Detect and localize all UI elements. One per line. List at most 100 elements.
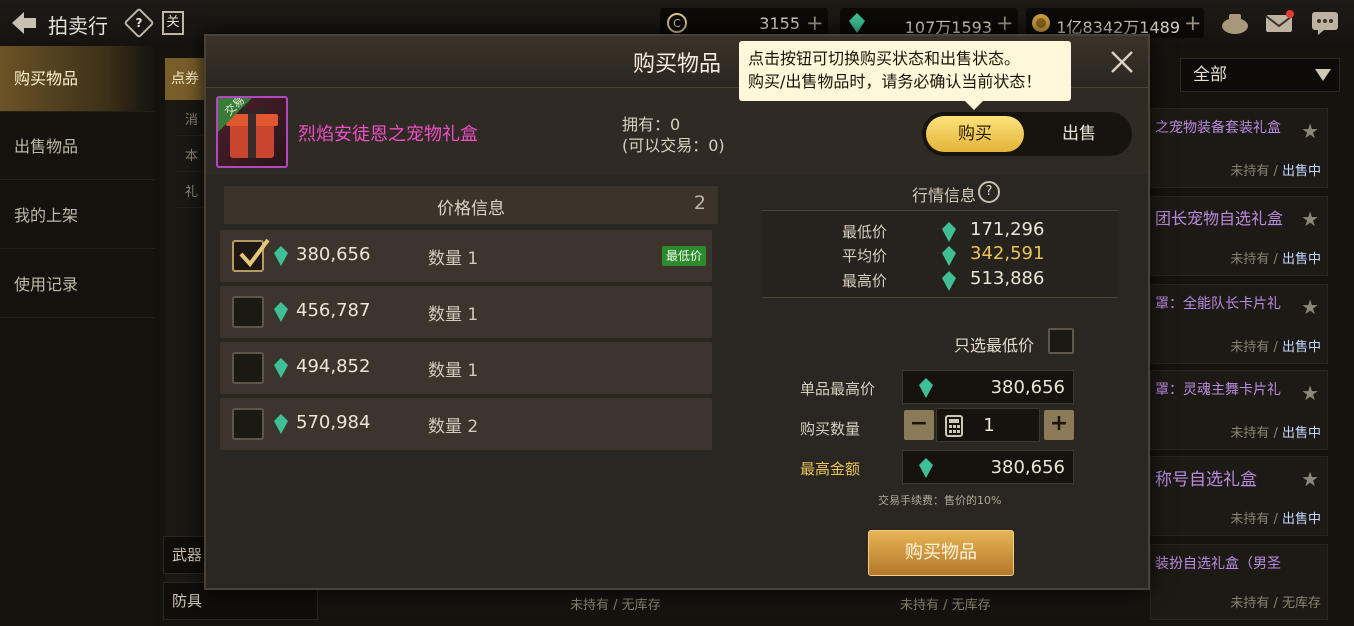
max-price-value: 513,886 — [970, 268, 1045, 289]
quantity-label: 数量 2 — [428, 417, 479, 437]
market-card[interactable]: 团长宠物自选礼盒 ★ 未持有 / 出售中 — [1150, 196, 1328, 276]
price-row[interactable]: 380,656 数量 1 最低价 — [220, 230, 712, 282]
check-icon — [239, 238, 270, 268]
filter-select[interactable]: 全部 — [1180, 58, 1340, 92]
mail-icon[interactable] — [1264, 10, 1294, 36]
fee-note: 交易手续费：售价的10% — [878, 494, 1002, 507]
nav-buy-items[interactable]: 购买物品 — [0, 46, 155, 112]
market-card-status: 未持有 / 出售中 — [1230, 340, 1321, 355]
toggle-buy[interactable]: 购买 — [926, 116, 1024, 152]
gem-icon — [942, 246, 956, 266]
market-card-status: 未持有 / 出售中 — [1230, 252, 1321, 267]
price-value: 456,787 — [296, 300, 371, 321]
star-icon[interactable]: ★ — [1301, 207, 1319, 231]
price-row[interactable]: 456,787 数量 1 — [220, 286, 712, 338]
market-card-title: 称号自选礼盒 — [1155, 470, 1257, 490]
market-card-status: 未持有 / 出售中 — [1230, 164, 1321, 179]
market-card-status: 未持有 / 无库存 — [900, 598, 991, 613]
gold-coin-icon — [1032, 14, 1050, 32]
avg-price-label: 平均价 — [842, 247, 888, 265]
gem-icon — [274, 302, 288, 322]
gem-icon — [942, 222, 956, 242]
price-count: 2 — [693, 192, 706, 214]
market-info-box: 最低价 171,296 平均价 342,591 最高价 513,886 — [762, 210, 1118, 298]
left-nav: 购买物品 出售物品 我的上架 使用记录 — [0, 46, 155, 626]
chat-icon[interactable] — [1310, 10, 1340, 36]
price-value: 570,984 — [296, 412, 371, 433]
star-icon[interactable]: ★ — [1301, 467, 1319, 491]
quantity-label: 数量 1 — [428, 361, 479, 381]
quantity-label: 数量 1 — [428, 305, 479, 325]
gem-icon — [849, 13, 865, 33]
market-card-title: 装扮自选礼盒（男圣 — [1155, 556, 1281, 572]
min-price-value: 171,296 — [970, 219, 1045, 240]
row-checkbox[interactable] — [232, 238, 270, 272]
avg-price-value: 342,591 — [970, 243, 1045, 264]
buy-items-button[interactable]: 购买物品 — [868, 530, 1014, 576]
market-card[interactable]: 罩：灵魂主舞卡片礼 ★ 未持有 / 出售中 — [1150, 370, 1328, 450]
category-tab-coupon[interactable]: 点券 — [165, 58, 207, 100]
market-card-status: 未持有 / 出售中 — [1230, 426, 1321, 441]
lowest-only-checkbox[interactable] — [1048, 328, 1074, 354]
nav-my-listings[interactable]: 我的上架 — [0, 183, 155, 249]
market-card[interactable]: 装扮自选礼盒（男圣 未持有 / 无库存 — [1150, 544, 1328, 620]
quantity-label: 数量 1 — [428, 249, 479, 269]
buy-sell-toggle[interactable]: 购买 出售 — [922, 112, 1132, 156]
max-total-field[interactable]: 380,656 — [902, 450, 1074, 484]
market-card[interactable]: 之宠物装备套装礼盒 ★ 未持有 / 出售中 — [1150, 108, 1328, 188]
market-card-title: 罩：全能队长卡片礼 — [1155, 296, 1281, 312]
market-card[interactable]: 称号自选礼盒 ★ 未持有 / 出售中 — [1150, 456, 1328, 536]
market-info-title: 行情信息 — [912, 186, 977, 205]
add-currency-button[interactable]: + — [996, 11, 1014, 35]
max-price-label: 最高价 — [842, 272, 888, 290]
market-card-title: 之宠物装备套装礼盒 — [1155, 120, 1281, 136]
add-currency-button[interactable]: + — [1184, 11, 1202, 35]
row-checkbox[interactable] — [232, 352, 264, 384]
nav-usage-history[interactable]: 使用记录 — [0, 252, 155, 318]
bag-icon[interactable] — [1220, 10, 1250, 36]
gem-icon — [919, 378, 933, 398]
help-icon[interactable]: ? — [123, 7, 155, 39]
market-card-status: 未持有 / 无库存 — [570, 598, 661, 613]
owned-count: 拥有：0 (可以交易：0) — [622, 115, 725, 155]
max-unit-price-label: 单品最高价 — [800, 380, 876, 398]
item-name: 烈焰安徒恩之宠物礼盒 — [298, 124, 478, 145]
price-row[interactable]: 570,984 数量 2 — [220, 398, 712, 450]
market-card-title: 罩：灵魂主舞卡片礼 — [1155, 382, 1281, 398]
max-total-label: 最高金额 — [800, 460, 861, 478]
price-value: 380,656 — [296, 244, 371, 265]
close-icon[interactable] — [1108, 48, 1136, 76]
market-card-title: 团长宠物自选礼盒 — [1155, 209, 1284, 228]
nav-sell-items[interactable]: 出售物品 — [0, 114, 155, 180]
quantity-field[interactable]: 1 — [936, 408, 1040, 442]
min-price-label: 最低价 — [842, 223, 888, 241]
c-coin-icon: C — [667, 13, 687, 33]
lowest-only-label: 只选最低价 — [954, 336, 1035, 355]
info-icon[interactable]: ? — [978, 181, 1000, 203]
quantity-plus-button[interactable]: + — [1044, 410, 1074, 440]
max-unit-price-field[interactable]: 380,656 — [902, 370, 1074, 404]
add-currency-button[interactable]: + — [806, 11, 824, 35]
market-card[interactable]: 罩：全能队长卡片礼 ★ 未持有 / 出售中 — [1150, 284, 1328, 364]
back-arrow-icon[interactable] — [10, 10, 38, 36]
market-card-status: 未持有 / 无库存 — [1230, 596, 1321, 611]
row-checkbox[interactable] — [232, 296, 264, 328]
quantity-minus-button[interactable]: − — [904, 410, 934, 440]
gem-icon — [274, 246, 288, 266]
row-checkbox[interactable] — [232, 408, 264, 440]
gem-icon — [942, 271, 956, 291]
close-panel-icon[interactable]: 关 — [162, 11, 184, 35]
star-icon[interactable]: ★ — [1301, 381, 1319, 405]
market-card-status: 未持有 / 出售中 — [1230, 512, 1321, 527]
lowest-price-badge: 最低价 — [661, 246, 706, 266]
quantity-label: 购买数量 — [800, 420, 861, 438]
price-row[interactable]: 494,852 数量 1 — [220, 342, 712, 394]
star-icon[interactable]: ★ — [1301, 295, 1319, 319]
star-icon[interactable]: ★ — [1301, 119, 1319, 143]
toggle-sell[interactable]: 出售 — [1030, 116, 1128, 152]
chevron-down-icon — [1315, 69, 1331, 81]
gem-icon — [919, 458, 933, 478]
purchase-modal: 购买物品 交易 烈焰安徒恩之宠物礼盒 拥有：0 (可以交易：0) 购买 出售 价… — [204, 34, 1150, 590]
state-tooltip: 点击按钮可切换购买状态和出售状态。 购买/出售物品时，请务必确认当前状态！ — [739, 41, 1071, 110]
gift-box-icon: 交易 — [216, 96, 288, 168]
